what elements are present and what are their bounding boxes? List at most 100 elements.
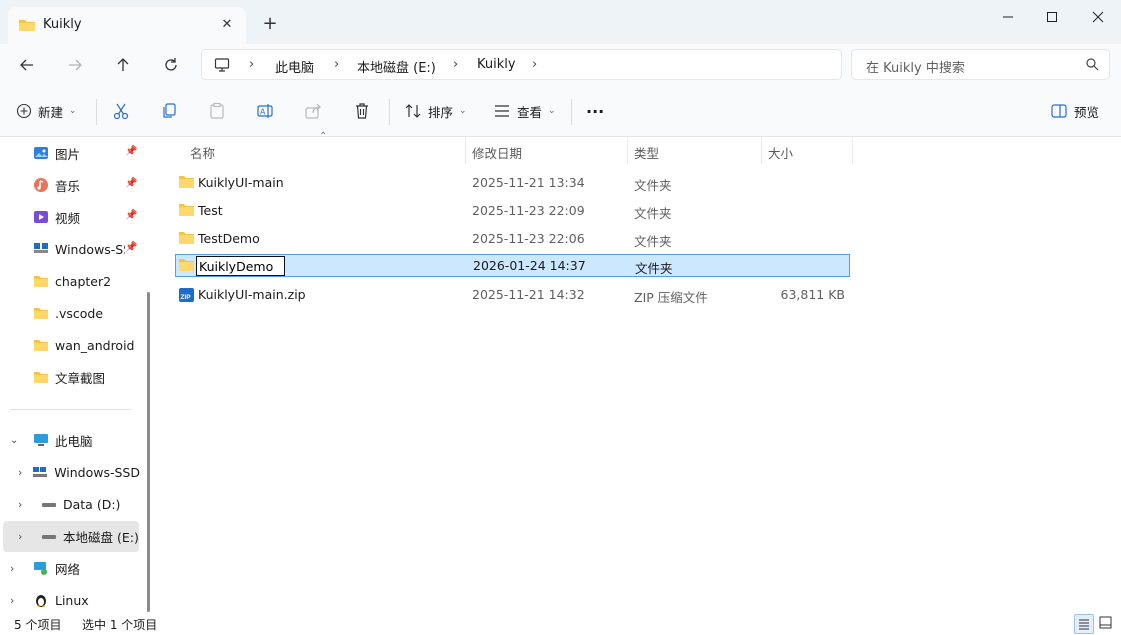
folder-icon (18, 18, 36, 32)
more-options-button[interactable]: ··· (586, 95, 604, 127)
chevron-right-icon[interactable]: › (10, 562, 24, 575)
chevron-right-icon[interactable]: › (532, 57, 537, 72)
search-input[interactable]: 在 Kuikly 中搜索 (866, 57, 965, 76)
chevron-right-icon[interactable]: › (10, 594, 24, 607)
title-bar: Kuikly ✕ + (0, 0, 1121, 44)
sort-button[interactable]: 排序 ⌄ (404, 95, 467, 127)
nav-item-pictures[interactable]: 图片 (33, 137, 80, 169)
pin-icon[interactable]: 📌 (125, 242, 137, 253)
cut-button[interactable] (112, 95, 130, 127)
minimize-button[interactable] (985, 4, 1031, 30)
column-divider[interactable] (465, 137, 466, 164)
column-divider[interactable] (627, 137, 628, 164)
copy-icon (163, 103, 176, 118)
computer-icon[interactable] (214, 57, 230, 77)
column-divider[interactable] (852, 137, 853, 164)
chevron-right-icon[interactable]: › (18, 530, 32, 543)
breadcrumb-this-pc[interactable]: 此电脑 (275, 57, 314, 76)
network-icon (33, 560, 49, 576)
windows-drive-icon (32, 464, 48, 480)
new-label: 新建 (38, 104, 64, 120)
pin-icon[interactable]: 📌 (125, 210, 137, 221)
breadcrumb-drive-e[interactable]: 本地磁盘 (E:) (357, 57, 436, 76)
nav-item-videos[interactable]: 视频 (33, 201, 80, 233)
tiles-view-button[interactable] (1099, 616, 1112, 632)
videos-icon (33, 209, 49, 225)
nav-item-music[interactable]: 音乐 (33, 169, 80, 201)
up-button[interactable] (110, 53, 136, 77)
search-box[interactable]: 在 Kuikly 中搜索 (851, 49, 1110, 80)
details-view-button[interactable] (1074, 614, 1094, 634)
chevron-right-icon[interactable]: › (453, 57, 458, 72)
file-row[interactable]: TestDemo 2025-11-23 22:06 文件夹 (175, 227, 850, 250)
file-name: Test (198, 203, 223, 218)
view-label: 查看 (517, 104, 543, 120)
pin-icon[interactable]: 📌 (125, 178, 137, 189)
view-button[interactable]: 查看 ⌄ (493, 95, 556, 127)
file-name: TestDemo (198, 231, 260, 246)
column-divider[interactable] (761, 137, 762, 164)
chevron-right-icon[interactable]: › (334, 57, 339, 72)
close-window-button[interactable] (1075, 4, 1121, 30)
copy-button[interactable] (160, 95, 178, 127)
chevron-right-icon[interactable]: › (18, 498, 32, 511)
delete-button[interactable] (353, 95, 371, 127)
chevron-right-icon[interactable]: › (249, 57, 254, 72)
sidebar-scrollbar[interactable] (147, 292, 150, 612)
rename-button[interactable]: A (256, 95, 274, 127)
command-bar: 新建 ⌄ A 排序 ⌄ 查看 ⌄ ··· 预览 (0, 86, 1121, 137)
nav-item-label: wan_android (55, 337, 135, 353)
nav-item-network[interactable]: › 网络 (10, 552, 80, 584)
nav-item-linux[interactable]: › Linux (10, 584, 89, 613)
nav-item-wan-android[interactable]: wan_android (33, 329, 135, 361)
file-row-selected[interactable]: 2026-01-24 14:37 文件夹 (175, 254, 850, 277)
svg-text:ZIP: ZIP (181, 294, 192, 301)
refresh-button[interactable] (158, 53, 184, 77)
chevron-down-icon: ⌄ (459, 106, 467, 116)
rename-input[interactable] (196, 256, 285, 276)
nav-item-vscode[interactable]: .vscode (33, 297, 103, 329)
nav-item-local-disk-e[interactable]: › 本地磁盘 (E:) (18, 520, 139, 552)
file-row[interactable]: KuiklyUI-main 2025-11-21 13:34 文件夹 (175, 171, 850, 194)
forward-button[interactable] (62, 53, 88, 77)
nav-item-label: 网络 (55, 561, 81, 577)
nav-item-chapter2[interactable]: chapter2 (33, 265, 111, 297)
chevron-right-icon[interactable]: › (18, 466, 23, 479)
file-row[interactable]: ZIP KuiklyUI-main.zip 2025-11-21 14:32 Z… (175, 283, 850, 306)
pictures-icon (33, 145, 49, 161)
pin-icon[interactable]: 📌 (125, 146, 137, 157)
nav-item-label: Data (D:) (63, 496, 121, 512)
column-header-date[interactable]: 修改日期 (472, 143, 522, 162)
paste-button[interactable] (208, 95, 226, 127)
new-button[interactable]: 新建 ⌄ (16, 95, 77, 127)
column-header-size[interactable]: 大小 (768, 143, 793, 162)
nav-item-windows-ssd-quick[interactable]: Windows-SSD (33, 233, 125, 265)
nav-item-this-pc[interactable]: ⌄ 此电脑 (10, 424, 93, 456)
navigation-bar: › 此电脑 › 本地磁盘 (E:) › Kuikly › 在 Kuikly 中搜… (0, 44, 1121, 86)
new-tab-button[interactable]: + (258, 12, 282, 36)
nav-item-data-d[interactable]: › Data (D:) (18, 488, 120, 520)
file-date: 2025-11-21 13:34 (472, 175, 585, 190)
item-count: 5 个项目 (14, 618, 62, 632)
search-icon (1086, 58, 1099, 74)
drive-icon (41, 528, 57, 544)
file-row[interactable]: Test 2025-11-23 22:09 文件夹 (175, 199, 850, 222)
plus-circle-icon (16, 103, 32, 119)
tab-kuikly[interactable]: Kuikly ✕ (8, 7, 246, 44)
breadcrumb-kuikly[interactable]: Kuikly (477, 57, 516, 72)
folder-icon (33, 305, 49, 321)
back-button[interactable] (14, 53, 40, 77)
close-tab-icon[interactable]: ✕ (215, 13, 239, 37)
preview-button[interactable]: 预览 (1050, 95, 1099, 127)
folder-icon (33, 273, 49, 289)
maximize-button[interactable] (1029, 4, 1075, 30)
nav-item-windows-ssd[interactable]: › Windows-SSD (18, 456, 140, 488)
column-header-name[interactable]: 名称 (190, 143, 215, 162)
column-header-type[interactable]: 类型 (634, 143, 659, 162)
chevron-down-icon[interactable]: ⌄ (10, 435, 24, 446)
minimize-icon (1003, 16, 1013, 18)
share-button[interactable] (304, 95, 322, 127)
address-bar[interactable]: › 此电脑 › 本地磁盘 (E:) › Kuikly › (201, 49, 842, 80)
nav-item-article-screenshots[interactable]: 文章截图 (33, 361, 105, 393)
sort-ascending-icon: ⌃ (319, 131, 328, 142)
